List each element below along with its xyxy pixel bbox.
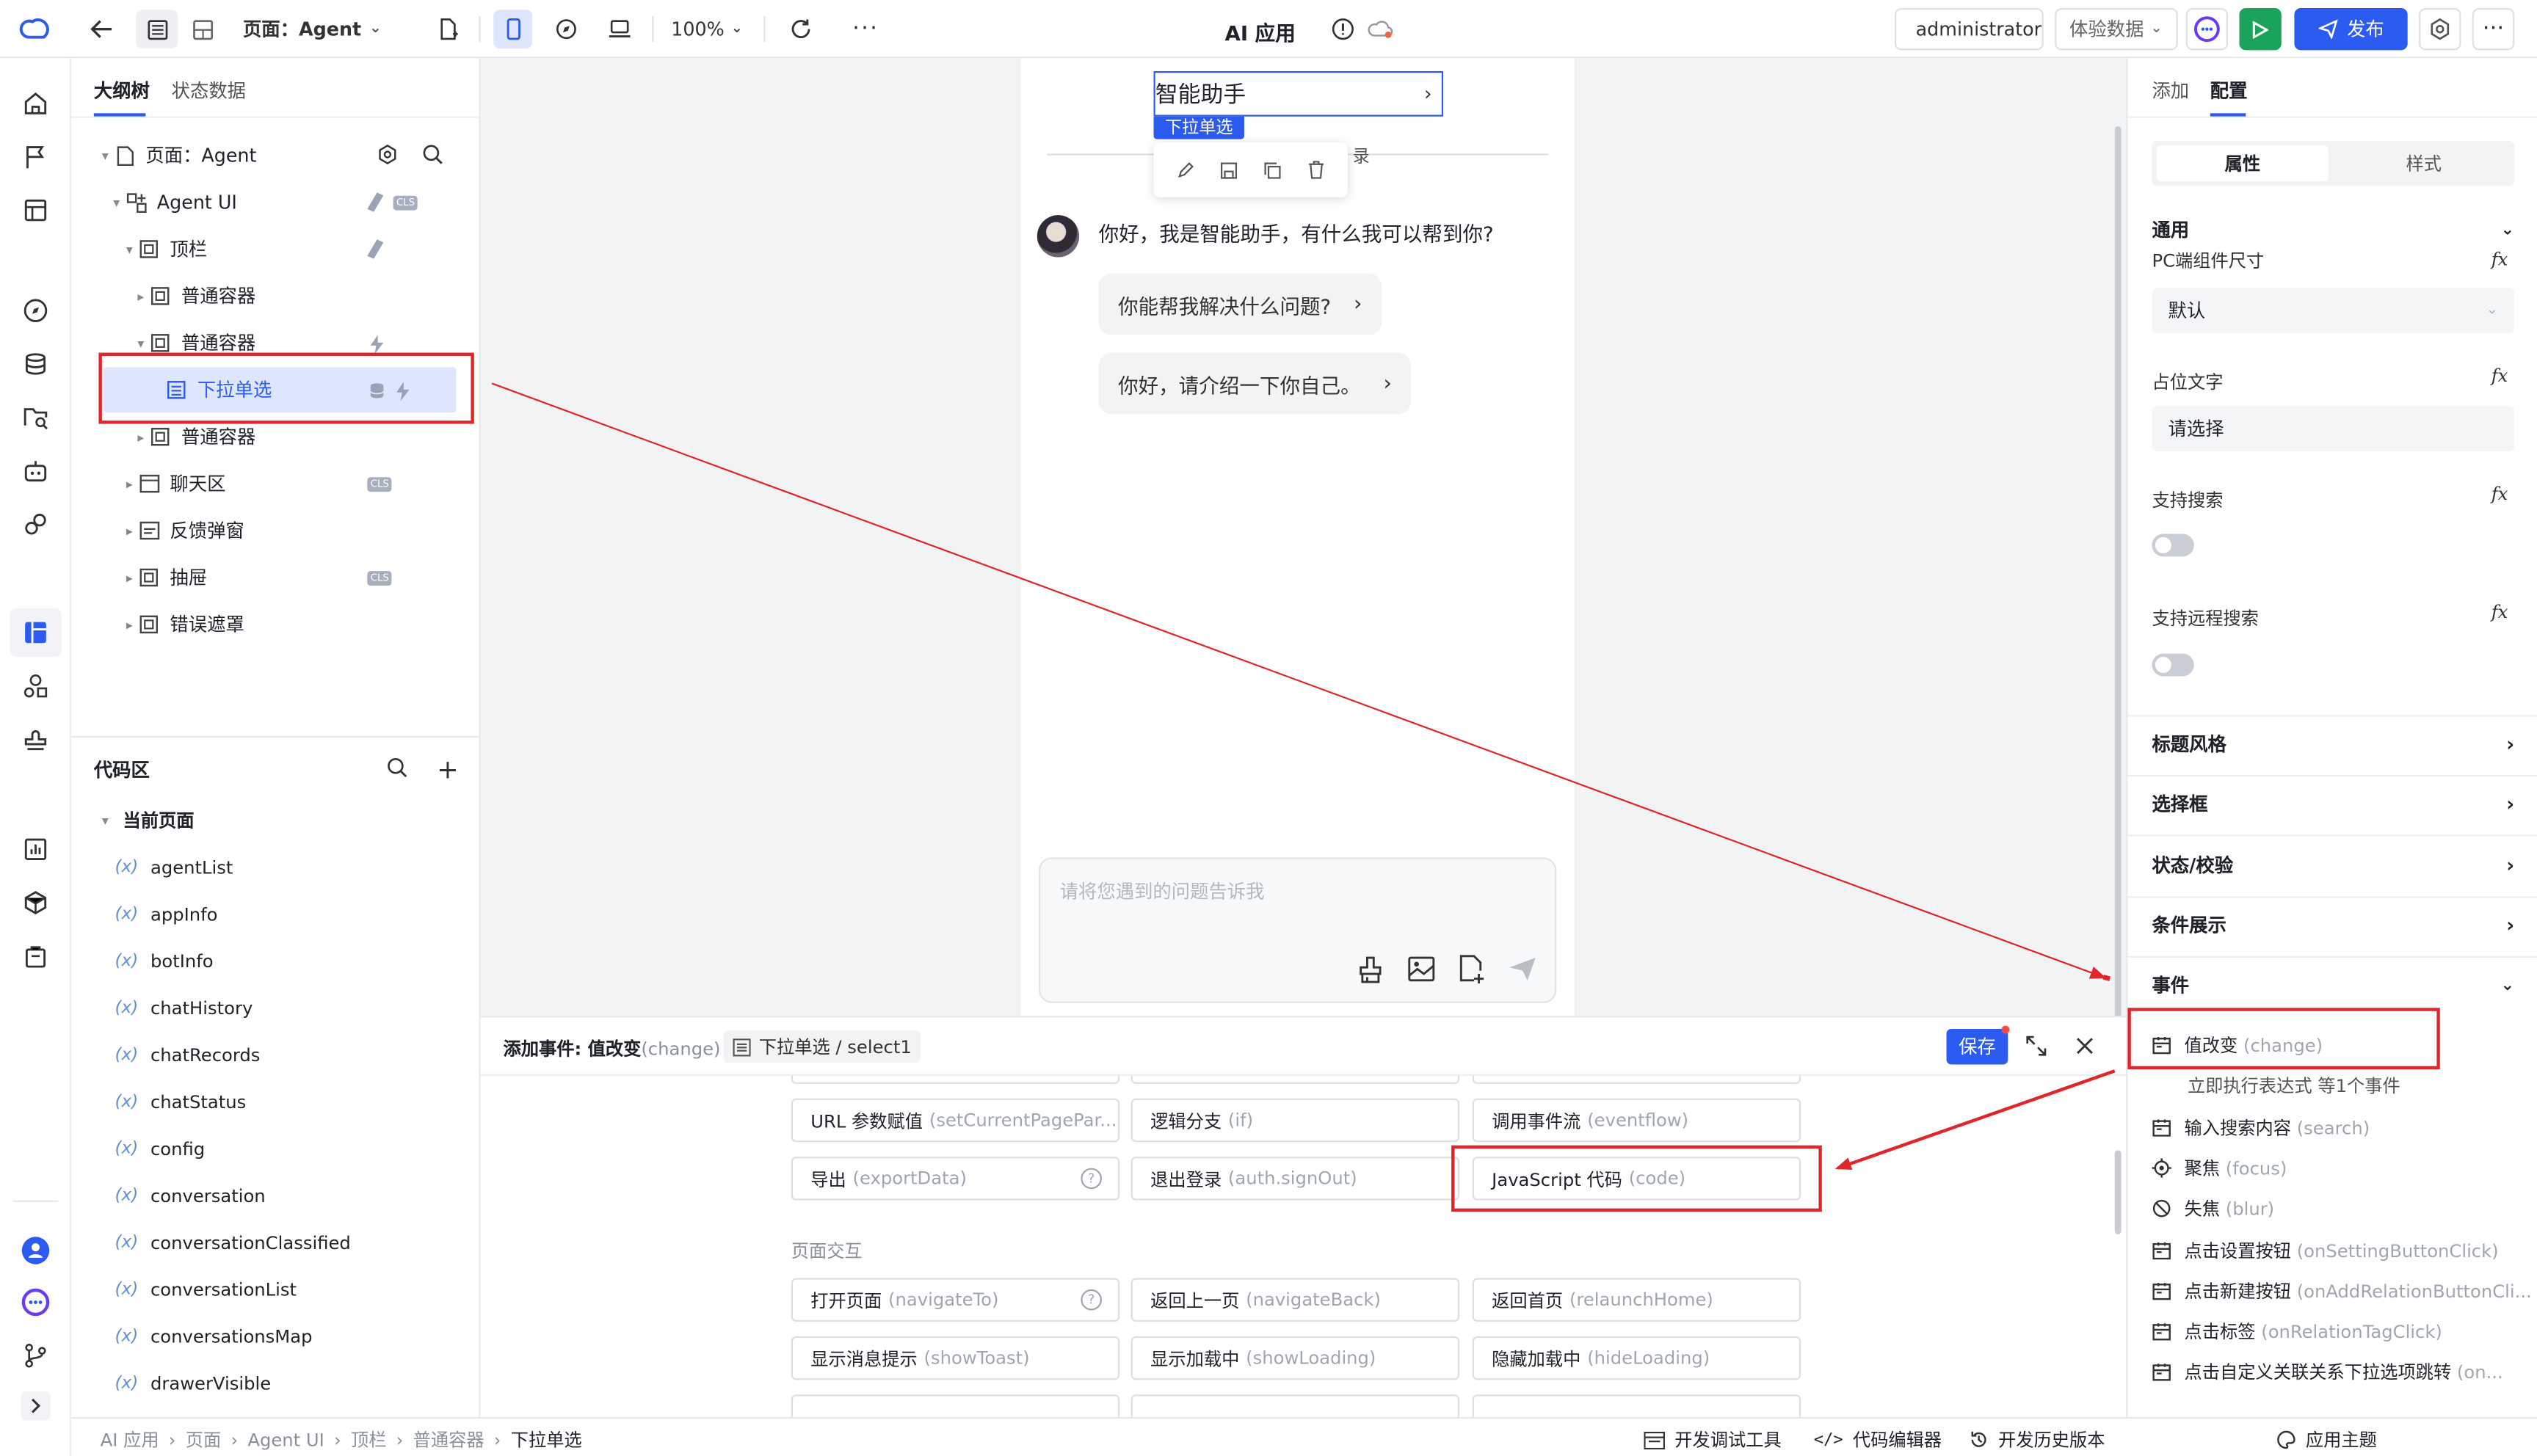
annotation-arrows [491, 382, 2116, 1171]
annotation-arrow [1834, 1069, 2116, 1171]
annotation-arrow [491, 382, 2107, 979]
annotation-arrow [2102, 975, 2110, 981]
